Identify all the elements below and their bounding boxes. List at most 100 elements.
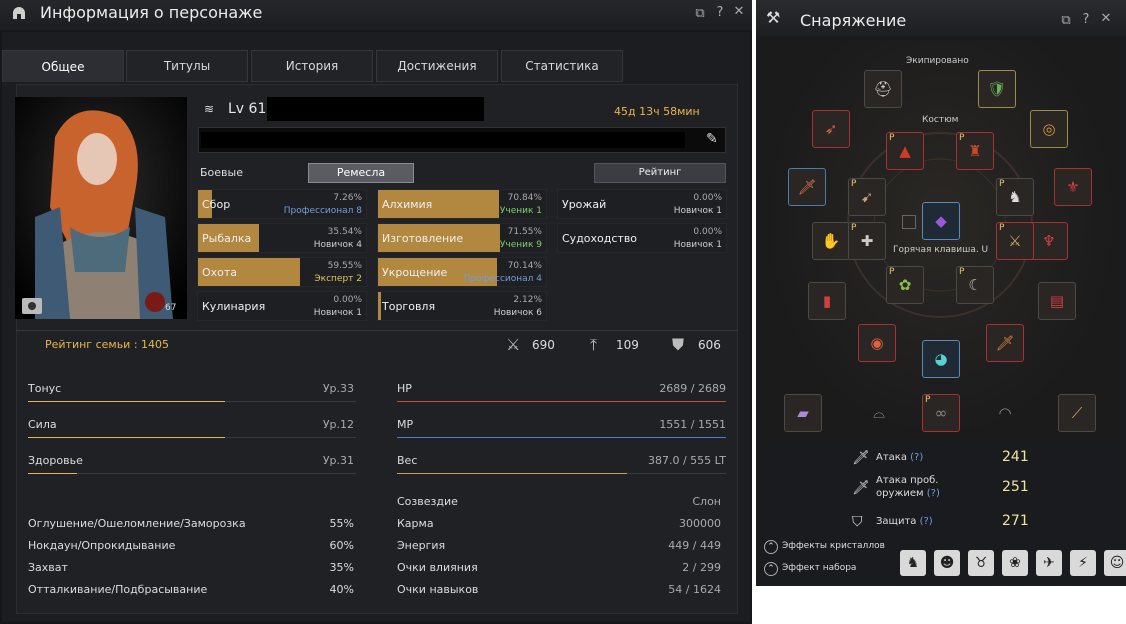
edit-icon[interactable]: ✎ xyxy=(706,131,718,147)
tool-slot[interactable]: ⟋ xyxy=(1058,394,1096,432)
skill-rank: Эксперт 2 xyxy=(314,274,362,284)
toggle-checkbox[interactable] xyxy=(902,215,916,229)
family-rating: Рейтинг семьи : 1405 xyxy=(45,338,170,351)
dragon-button[interactable]: ✈ xyxy=(1036,550,1062,576)
crafts-button[interactable]: Ремесла xyxy=(308,163,414,183)
offhand-slot[interactable]: 🗡 xyxy=(788,168,826,206)
armor-slot[interactable]: 🛡 xyxy=(978,70,1016,108)
ring2-slot[interactable]: ◉ xyxy=(858,324,896,362)
skill-row[interactable]: Алхимия 70.84% Ученик 1 xyxy=(377,189,547,219)
set-effect-icon[interactable]: ⌃ xyxy=(764,562,778,576)
crystal-effects-icon[interactable]: ⌃ xyxy=(764,540,778,554)
skill-percent: 7.26% xyxy=(333,193,362,203)
vital-value: 1551 / 1551 xyxy=(659,418,726,431)
camel-button[interactable]: ☺ xyxy=(1104,550,1126,576)
tab-history[interactable]: История xyxy=(251,50,373,82)
skill-row[interactable]: Кулинария 0.00% Новичок 1 xyxy=(197,291,367,321)
info-label: Карма xyxy=(397,517,434,530)
costume-gloves-slot[interactable]: P ♞ xyxy=(996,178,1034,216)
attribute-level: Ур.12 xyxy=(322,418,354,431)
vital-label: Вес xyxy=(397,454,418,467)
mainhand-slot[interactable]: ➶ xyxy=(812,110,850,148)
shoes-slot[interactable]: ▮ xyxy=(808,282,846,320)
mount-button[interactable]: ♉ xyxy=(968,550,994,576)
bow-icon: ➶ xyxy=(824,120,838,138)
stat-label: Атака проб. оружием (?) xyxy=(876,474,940,500)
costume-helm-slot[interactable]: P ▲ xyxy=(886,132,924,170)
pin-icon[interactable]: ⧉ xyxy=(693,6,707,21)
tab-general[interactable]: Общее xyxy=(2,50,124,82)
resistance-label: Отталкивание/Подбрасывание xyxy=(28,583,208,596)
help-icon[interactable]: ? xyxy=(1079,12,1093,27)
gloves-slot[interactable]: ✋ xyxy=(812,222,850,260)
paw-button[interactable]: ❀ xyxy=(1002,550,1028,576)
tab-achievements[interactable]: Достижения xyxy=(376,50,498,82)
close-icon[interactable]: ✕ xyxy=(732,4,746,19)
necklace-slot[interactable]: ⚜ xyxy=(1054,168,1092,206)
costume-face-slot[interactable]: P ☾ xyxy=(956,266,994,304)
wyvern-button[interactable]: ⚡ xyxy=(1070,550,1096,576)
help-link[interactable]: (?) xyxy=(920,516,933,527)
skill-name: Торговля xyxy=(382,300,436,313)
skill-row[interactable]: Охота 59.55% Эксперт 2 xyxy=(197,257,367,287)
help-icon[interactable]: ? xyxy=(713,5,727,20)
alchemy-stone-slot[interactable]: ◆ xyxy=(922,202,960,240)
close-icon[interactable]: ✕ xyxy=(1099,11,1113,26)
help-link[interactable]: (?) xyxy=(910,452,923,463)
pin-icon[interactable]: ⧉ xyxy=(1059,13,1073,28)
costume-ear-slot[interactable]: ⌓ xyxy=(860,394,898,432)
set-effect-link[interactable]: Эффект набора xyxy=(782,563,856,573)
costume-offhand-slot[interactable]: P ⚔ xyxy=(996,222,1034,260)
costume-underwear-slot[interactable]: P ✿ xyxy=(886,266,924,304)
earring-slot[interactable]: ♆ xyxy=(1030,222,1068,260)
help-link[interactable]: (?) xyxy=(927,488,940,499)
tab-statistics[interactable]: Статистика xyxy=(501,50,623,82)
rating-button[interactable]: Рейтинг xyxy=(594,163,726,183)
skill-row[interactable]: Укрощение 70.14% Профессионал 4 xyxy=(377,257,547,287)
character-info-window: Информация о персонаже ⧉ ? ✕ Общее Титул… xyxy=(0,0,752,624)
vital-value: 2689 / 2689 xyxy=(659,382,726,395)
attribute-level: Ур.33 xyxy=(322,382,354,395)
skill-rank: Профессионал 8 xyxy=(283,206,362,216)
mask-button[interactable]: ☻ xyxy=(934,550,960,576)
stat-value: 241 xyxy=(1002,449,1029,465)
skill-percent: 2.12% xyxy=(513,295,542,305)
costume-glasses-slot[interactable]: P ∞ xyxy=(922,394,960,432)
defense-icon: ⛊ xyxy=(672,335,685,354)
costume-shoes-slot[interactable]: P ✚ xyxy=(848,222,886,260)
lips-icon: ◠ xyxy=(998,404,1012,422)
skill-row[interactable]: Урожай 0.00% Новичок 1 xyxy=(557,189,727,219)
artifact-slot[interactable]: ◕ xyxy=(922,340,960,378)
skill-percent: 0.00% xyxy=(333,295,362,305)
tab-titles[interactable]: Титулы xyxy=(126,50,248,82)
skill-row[interactable]: Сбор 7.26% Профессионал 8 xyxy=(197,189,367,219)
sword-icon: 🗡 xyxy=(852,450,870,466)
costume-gloves-icon: ♞ xyxy=(1008,188,1022,206)
ring-slot[interactable]: ◎ xyxy=(1030,110,1068,148)
crystal-effects-link[interactable]: Эффекты кристаллов xyxy=(782,541,885,551)
costume-armor-slot[interactable]: P ♜ xyxy=(956,132,994,170)
costume-lips-slot[interactable]: ◠ xyxy=(986,394,1024,432)
attribute-bar-track xyxy=(28,473,356,474)
camera-icon[interactable] xyxy=(22,298,42,314)
skill-rank: Ученик 1 xyxy=(499,206,542,216)
skill-row[interactable]: Торговля 2.12% Новичок 6 xyxy=(377,291,547,321)
skill-row[interactable]: Судоходство 0.00% Новичок 1 xyxy=(557,223,727,253)
awakening-slot[interactable]: 🗡 xyxy=(986,324,1024,362)
combat-stats-button[interactable]: Боевые характер... xyxy=(198,163,306,199)
tool-icon: ⟋ xyxy=(1071,404,1083,422)
belt-slot[interactable]: ▤ xyxy=(1038,282,1076,320)
horse-button[interactable]: ♞ xyxy=(900,550,926,576)
helmet-slot[interactable]: ⛑ xyxy=(864,70,902,108)
skill-rank: Новичок 1 xyxy=(673,206,722,216)
skill-row[interactable]: Рыбалка 35.54% Новичок 4 xyxy=(197,223,367,253)
skill-row[interactable]: Изготовление 71.55% Ученик 9 xyxy=(377,223,547,253)
ring-icon: ◉ xyxy=(870,334,884,352)
motto-field[interactable] xyxy=(198,127,726,153)
wyvern-icon: ⚡ xyxy=(1078,555,1088,571)
info-value: 54 / 1624 xyxy=(668,583,721,596)
costume-label: Костюм xyxy=(922,115,959,125)
lightstone-slot[interactable]: ▰ xyxy=(784,394,822,432)
costume-weapon-slot[interactable]: P ➹ xyxy=(848,178,886,216)
stat-label-line: Защита (?) xyxy=(876,516,933,527)
